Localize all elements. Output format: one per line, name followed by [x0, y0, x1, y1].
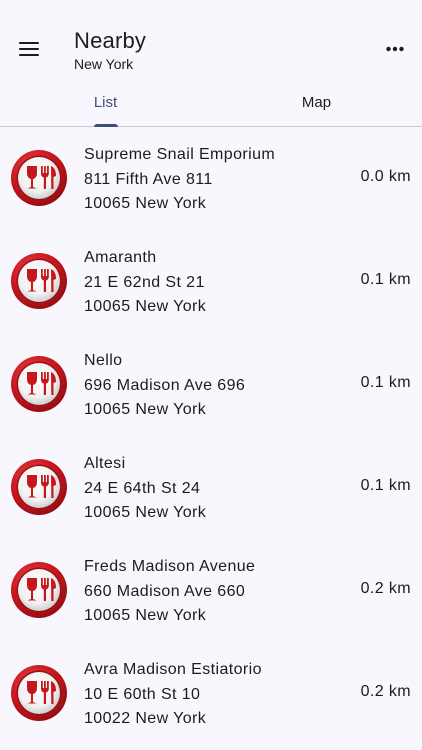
tab-list[interactable]: List	[0, 88, 211, 127]
location-subtitle: New York	[74, 56, 134, 72]
place-name: Avra Madison Estiatorio	[84, 661, 262, 678]
more-dots-icon[interactable]	[378, 32, 412, 66]
list-item[interactable]: Avra Madison Estiatorio 10 E 60th St 10 …	[0, 642, 422, 745]
restaurant-icon	[10, 561, 68, 619]
place-street: 24 E 64th St 24	[84, 479, 201, 497]
hamburger-menu-icon[interactable]	[12, 32, 46, 66]
place-street: 10 E 60th St 10	[84, 685, 201, 703]
place-name: Nello	[84, 352, 123, 369]
place-name: Supreme Snail Emporium	[84, 146, 276, 163]
tab-map-label: Map	[301, 94, 332, 111]
place-details: Altesi 24 E 64th St 24 10065 New York	[84, 452, 206, 526]
place-street: 660 Madison Ave 660	[84, 582, 246, 600]
place-details: Supreme Snail Emporium 811 Fifth Ave 811…	[84, 143, 275, 217]
place-street: 811 Fifth Ave 811	[84, 170, 213, 188]
place-city: 10065 New York	[84, 504, 207, 521]
place-distance: 0.0 km	[360, 168, 411, 185]
restaurant-icon	[10, 149, 68, 207]
place-distance: 0.2 km	[360, 683, 411, 700]
place-city: 10022 New York	[84, 710, 207, 727]
list-item[interactable]: Supreme Snail Emporium 811 Fifth Ave 811…	[0, 127, 422, 230]
app-screen: Nearby New York List Map Supreme Snail E…	[0, 0, 422, 750]
place-details: Freds Madison Avenue 660 Madison Ave 660…	[84, 555, 255, 629]
places-list: Supreme Snail Emporium 811 Fifth Ave 811…	[0, 127, 422, 745]
place-distance: 0.1 km	[360, 374, 411, 391]
place-city: 10065 New York	[84, 195, 207, 212]
tab-list-label: List	[93, 94, 118, 111]
place-name: Freds Madison Avenue	[84, 558, 256, 575]
restaurant-icon	[10, 252, 68, 310]
view-tabs: List Map	[0, 88, 422, 127]
restaurant-icon	[10, 458, 68, 516]
restaurant-icon	[10, 664, 68, 722]
place-name: Amaranth	[84, 249, 157, 266]
place-street: 21 E 62nd St 21	[84, 273, 205, 291]
place-city: 10065 New York	[84, 401, 207, 418]
list-item[interactable]: Altesi 24 E 64th St 24 10065 New York 0.…	[0, 436, 422, 539]
page-title: Nearby	[74, 28, 147, 53]
place-street: 696 Madison Ave 696	[84, 376, 246, 394]
place-details: Avra Madison Estiatorio 10 E 60th St 10 …	[84, 658, 262, 732]
place-distance: 0.1 km	[360, 271, 411, 288]
top-app-bar: Nearby New York	[0, 0, 422, 88]
place-details: Amaranth 21 E 62nd St 21 10065 New York	[84, 246, 206, 320]
place-distance: 0.2 km	[360, 580, 411, 597]
list-item[interactable]: Nello 696 Madison Ave 696 10065 New York…	[0, 333, 422, 436]
place-distance: 0.1 km	[360, 477, 411, 494]
place-city: 10065 New York	[84, 607, 207, 624]
restaurant-icon	[10, 355, 68, 413]
list-item[interactable]: Freds Madison Avenue 660 Madison Ave 660…	[0, 539, 422, 642]
place-name: Altesi	[84, 455, 126, 472]
tab-map[interactable]: Map	[211, 88, 422, 126]
place-city: 10065 New York	[84, 298, 207, 315]
place-details: Nello 696 Madison Ave 696 10065 New York	[84, 349, 245, 423]
list-item[interactable]: Amaranth 21 E 62nd St 21 10065 New York …	[0, 230, 422, 333]
